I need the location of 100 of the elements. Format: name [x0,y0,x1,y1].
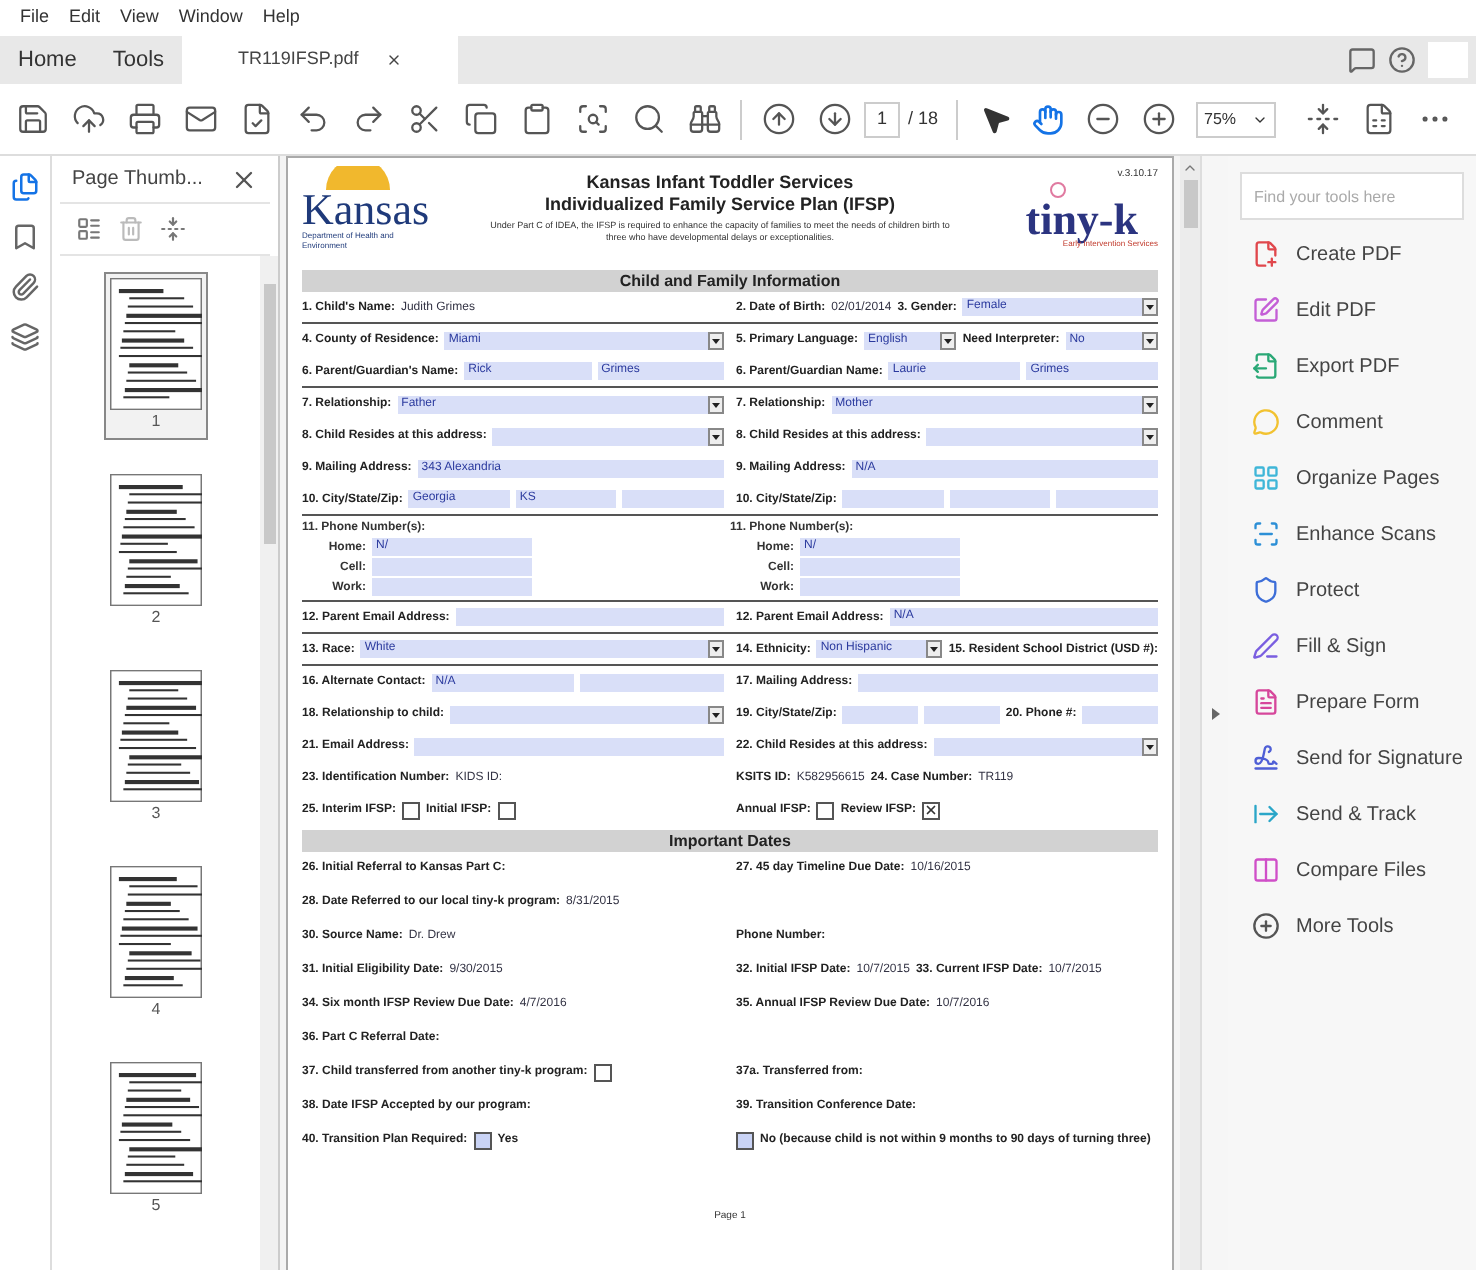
checkbox[interactable] [497,801,516,819]
caret-icon[interactable] [708,640,724,658]
scroll-up-icon[interactable] [1182,160,1198,176]
tool-item[interactable]: Enhance Scans [1252,516,1464,552]
pages-icon[interactable] [10,172,40,202]
tool-item[interactable]: More Tools [1252,908,1464,944]
caret-icon[interactable] [1142,298,1158,316]
checkbox[interactable] [736,1131,754,1149]
page-thumbnail [110,278,202,410]
layers-icon[interactable] [10,322,40,352]
options-icon [76,216,102,242]
tool-item[interactable]: Fill & Sign [1252,628,1464,664]
menu-item[interactable]: Edit [69,4,101,32]
page-number: 4 [151,998,161,1022]
state-logo: Kansas [302,190,430,230]
panel-title: Page Thumb... [72,166,203,194]
caret-icon[interactable] [1142,737,1158,755]
text-field[interactable] [858,673,1158,691]
bookmark-icon[interactable] [10,222,40,252]
tool-item[interactable]: Create PDF [1252,236,1464,272]
thumbnail-item[interactable]: 5 [104,1056,208,1224]
text-field[interactable] [580,673,725,691]
section-header: Important Dates [302,830,1158,852]
caret-icon[interactable] [940,331,957,349]
thumbnail-item[interactable]: 3 [104,664,208,832]
scroll-thumb[interactable] [263,284,275,544]
text-field[interactable] [800,578,960,596]
paperclip-icon[interactable] [10,272,40,302]
caret-icon[interactable] [708,705,724,723]
tool-item[interactable]: Send & Track [1252,796,1464,832]
text-field[interactable] [842,705,919,723]
caret-icon[interactable] [1142,395,1158,413]
expand-arrow-icon[interactable] [1211,707,1219,719]
tab[interactable]: TR119IFSP.pdf [182,36,459,84]
text-field[interactable] [800,558,960,576]
tool-item[interactable]: Export PDF [1252,348,1464,384]
menu-item[interactable]: Window [178,4,243,32]
tool-item[interactable]: Comment [1252,404,1464,440]
page-number: 2 [151,606,161,630]
tab[interactable]: Tools [94,36,183,84]
tool-item[interactable]: Send for Signature [1252,740,1464,776]
checkbox[interactable] [816,801,835,819]
checkbox[interactable] [593,1063,612,1081]
scrollbar[interactable] [1180,156,1200,1270]
tab[interactable]: Home [0,36,95,84]
text-field[interactable] [622,490,724,508]
form-subtitle: Individualized Family Service Plan (IFSP) [544,194,896,216]
caret-icon[interactable] [708,395,724,413]
text-field[interactable] [455,608,724,626]
text-field[interactable] [924,705,1000,723]
text-field[interactable] [1082,705,1158,723]
text-field[interactable] [414,737,724,755]
tool-item[interactable]: Edit PDF [1252,292,1464,328]
sun-logo-icon [322,166,394,190]
text-field[interactable] [372,558,532,576]
page-number: 1 [151,410,161,434]
tool-item[interactable]: Protect [1252,572,1464,608]
form-title: Kansas Infant Toddler Services [586,172,854,194]
page-count: / 18 [906,105,941,132]
tool-item[interactable]: Organize Pages [1252,460,1464,496]
page-number-field[interactable]: 1 [864,101,900,137]
scroll-thumb[interactable] [1183,180,1197,228]
text-field[interactable] [949,490,1051,508]
trash-icon [118,216,144,242]
caret-icon[interactable] [1142,427,1158,445]
page-number: 3 [151,802,161,826]
insert-page-icon [160,216,186,242]
thumbnail-item[interactable]: 1 [104,272,208,440]
menu-item[interactable]: Help [262,4,300,32]
text-field[interactable] [1056,490,1158,508]
section-header: Child and Family Information [302,270,1158,292]
menu-item[interactable]: File [20,4,50,32]
caret-icon[interactable] [1142,331,1159,349]
checkbox[interactable] [922,801,941,819]
text-field[interactable] [842,490,944,508]
tool-item[interactable]: Compare Files [1252,852,1464,888]
text-field[interactable] [372,578,532,596]
caret-icon[interactable] [708,331,724,349]
search-field[interactable]: Find your tools here [1240,172,1464,220]
dropdown-field[interactable] [492,427,724,445]
scrollbar[interactable] [260,256,278,1270]
checkbox[interactable] [473,1131,492,1149]
thumbnail-item[interactable]: 4 [104,860,208,1028]
thumbnail-item[interactable]: 2 [104,468,208,636]
dropdown-field[interactable] [450,705,724,723]
checkbox[interactable] [402,801,421,819]
page-thumbnail [110,474,202,606]
dropdown-field[interactable] [926,427,1158,445]
close-icon[interactable] [386,52,403,68]
page-thumbnail [110,866,202,998]
help-icon [1388,46,1416,74]
dropdown-field[interactable] [933,737,1158,755]
comment-icon [1348,46,1376,74]
caret-icon[interactable] [708,427,724,445]
page-thumbnail [110,670,202,802]
zoom-dropdown[interactable]: 75% [1196,101,1277,137]
menu-item[interactable]: View [120,4,159,32]
caret-icon[interactable] [926,640,943,658]
page-thumbnail [110,1062,202,1194]
tool-item[interactable]: Prepare Form [1252,684,1464,720]
